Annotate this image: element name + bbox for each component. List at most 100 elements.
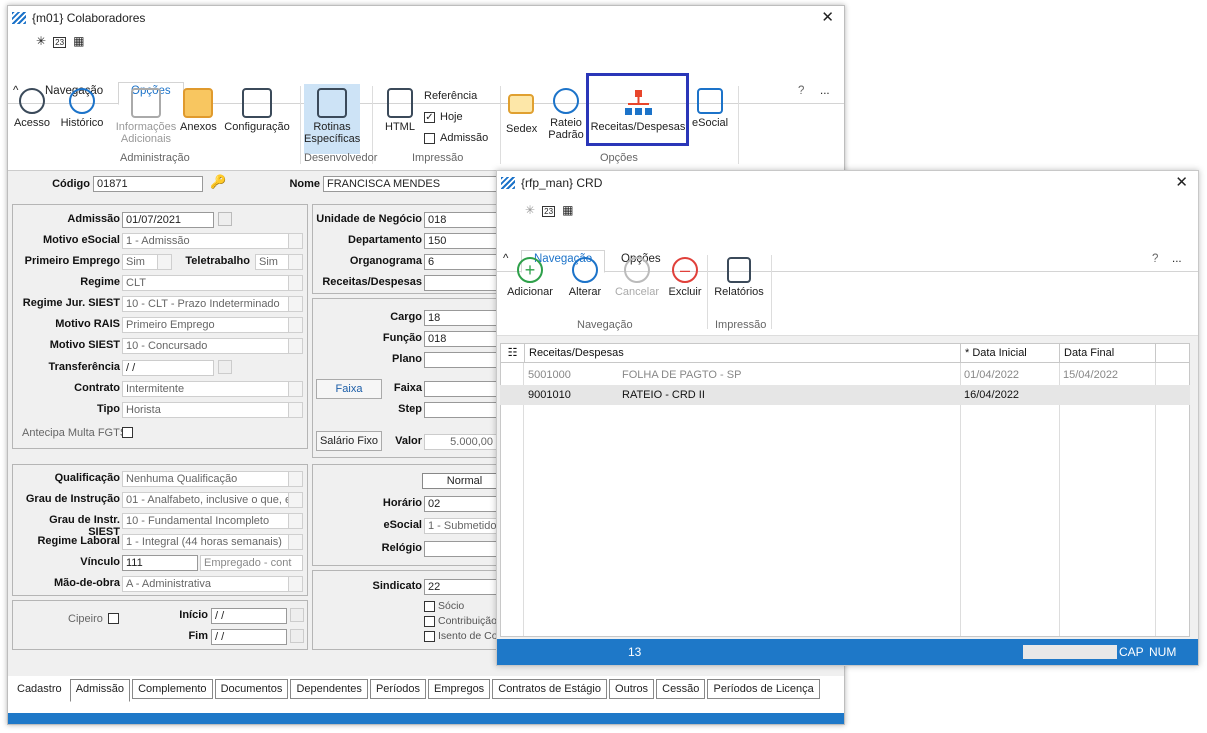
mao-de-obra-select[interactable]: A - Administrativa (122, 576, 303, 592)
sindicato-field[interactable]: 22 (424, 579, 504, 595)
normal-field[interactable]: Normal (422, 473, 504, 489)
adicionar-button[interactable]: + Adicionar (505, 257, 555, 298)
col-receitas-despesas[interactable]: Receitas/Despesas (525, 344, 961, 362)
admissao-date-field[interactable]: 01/07/2021 (122, 212, 214, 228)
tab-dependentes[interactable]: Dependentes (290, 679, 368, 699)
help-icon[interactable]: ? (1152, 253, 1158, 265)
tab-admissao[interactable]: Admissão (69, 679, 130, 702)
more-icon[interactable]: ... (820, 85, 830, 97)
rotinas-especificas-button[interactable]: Rotinas Específicas (304, 84, 360, 154)
horario-field[interactable]: 02 (424, 496, 504, 512)
receitas-despesas-field[interactable] (424, 275, 504, 291)
relatorios-button[interactable]: Relatórios (711, 257, 767, 298)
regime-jur-select[interactable]: 10 - CLT - Prazo Indeterminado (122, 296, 303, 312)
key-icon[interactable]: 🔑 (210, 174, 226, 190)
tab-cadastro[interactable]: Cadastro (11, 679, 68, 699)
tab-contratos-estagio[interactable]: Contratos de Estágio (492, 679, 607, 699)
contribuicao-label: Contribuição (438, 615, 497, 627)
salario-fixo-button[interactable]: Salário Fixo (316, 431, 382, 451)
cipeiro-checkbox[interactable] (108, 613, 119, 624)
alterar-button[interactable]: Alterar (565, 257, 605, 298)
close-button[interactable]: ✕ (1175, 171, 1188, 195)
contribuicao-checkbox[interactable] (424, 616, 435, 627)
row-data-inicial: 01/04/2022 (964, 369, 1020, 381)
grau-select[interactable]: 01 - Analfabeto, inclusive o que, e (122, 492, 303, 508)
tab-cessao[interactable]: Cessão (656, 679, 706, 699)
informacoes-adicionais-button[interactable]: Informações Adicionais (113, 88, 179, 145)
antecipa-label: Antecipa Multa FGTS (22, 427, 128, 439)
anexos-button[interactable]: Anexos (180, 88, 217, 133)
organograma-field[interactable]: 6 (424, 254, 504, 270)
group-opcoes: Opções (600, 152, 638, 164)
hoje-checkbox[interactable]: ✓ (424, 112, 435, 123)
html-button[interactable]: HTML (382, 88, 418, 133)
cancelar-button[interactable]: Cancelar (613, 257, 661, 298)
calendar-icon[interactable]: 23 (53, 37, 67, 48)
isento-checkbox[interactable] (424, 631, 435, 642)
qualificacao-select[interactable]: Nenhuma Qualificação (122, 471, 303, 487)
esocial-field[interactable]: 1 - Submetidos (424, 518, 504, 534)
asterisk-icon[interactable]: ✳ (525, 203, 535, 217)
calendar-icon[interactable] (218, 212, 232, 226)
grid-icon[interactable]: ▦ (562, 203, 573, 217)
calendar-icon[interactable] (290, 608, 304, 622)
calendar-icon[interactable]: 23 (542, 206, 556, 217)
step-field[interactable] (424, 402, 504, 418)
motivo-rais-select[interactable]: Primeiro Emprego (122, 317, 303, 333)
socio-checkbox[interactable] (424, 601, 435, 612)
plano-field[interactable] (424, 352, 504, 368)
rateio-padrao-button[interactable]: Rateio Padrão (546, 88, 586, 141)
sedex-button[interactable]: Sedex (506, 88, 537, 135)
vinculo-field[interactable]: 111 (122, 555, 198, 571)
tipo-select[interactable]: Horista (122, 402, 303, 418)
unidade-label: Unidade de Negócio (316, 213, 422, 225)
asterisk-icon[interactable]: ✳ (36, 34, 46, 48)
tab-empregos[interactable]: Empregos (428, 679, 491, 699)
motivo-esocial-select[interactable]: 1 - Admissão (122, 233, 303, 249)
regime-laboral-select[interactable]: 1 - Integral (44 horas semanais) (122, 534, 303, 550)
grid-icon[interactable]: ▦ (73, 34, 84, 48)
admissao-checkbox[interactable] (424, 133, 435, 144)
teletrabalho-select[interactable]: Sim (255, 254, 303, 270)
more-icon[interactable]: ... (1172, 253, 1182, 265)
funcao-field[interactable]: 018 (424, 331, 504, 347)
receitas-despesas-button[interactable]: Receitas/Despesas (590, 88, 686, 133)
fim-field[interactable]: / / (211, 629, 287, 645)
close-button[interactable]: ✕ (821, 6, 834, 30)
help-icon[interactable]: ? (798, 85, 804, 97)
calendar-icon[interactable] (218, 360, 232, 374)
grid-corner-icon[interactable]: ☷ (501, 344, 525, 362)
configuracao-button[interactable]: Configuração (222, 88, 292, 133)
tab-documentos[interactable]: Documentos (214, 679, 289, 699)
valor-field[interactable]: 5.000,00 (424, 434, 504, 450)
codigo-field[interactable]: 01871 (93, 176, 203, 192)
col-data-inicial[interactable]: * Data Inicial (961, 344, 1060, 362)
col-data-final[interactable]: Data Final (1060, 344, 1156, 362)
relogio-field[interactable] (424, 541, 504, 557)
transferencia-field[interactable]: / / (122, 360, 214, 376)
faixa-button[interactable]: Faixa (316, 379, 382, 399)
esocial-button[interactable]: eSocial (692, 88, 728, 129)
table-row[interactable]: 9001010 RATEIO - CRD II 16/04/2022 (500, 385, 1190, 405)
contrato-select[interactable]: Intermitente (122, 381, 303, 397)
grau-siest-select[interactable]: 10 - Fundamental Incompleto (122, 513, 303, 529)
unidade-field[interactable]: 018 (424, 212, 504, 228)
motivo-siest-select[interactable]: 10 - Concursado (122, 338, 303, 354)
table-row[interactable]: 5001000 FOLHA DE PAGTO - SP 01/04/2022 1… (500, 365, 1190, 385)
tab-periodos[interactable]: Períodos (369, 679, 426, 699)
faixa-field[interactable] (424, 381, 504, 397)
excluir-button[interactable]: – Excluir (665, 257, 705, 298)
tab-outros[interactable]: Outros (609, 679, 655, 699)
departamento-field[interactable]: 150 (424, 233, 504, 249)
tab-complemento[interactable]: Complemento (132, 679, 213, 699)
inicio-field[interactable]: / / (211, 608, 287, 624)
primeiro-emprego-select[interactable]: Sim (122, 254, 172, 270)
nome-field[interactable]: FRANCISCA MENDES (323, 176, 503, 192)
regime-select[interactable]: CLT (122, 275, 303, 291)
calendar-icon[interactable] (290, 629, 304, 643)
cargo-field[interactable]: 18 (424, 310, 504, 326)
acesso-button[interactable]: Acesso (12, 88, 52, 129)
antecipa-checkbox[interactable] (122, 427, 133, 438)
tab-periodos-licenca[interactable]: Períodos de Licença (707, 679, 820, 699)
historico-button[interactable]: Histórico (58, 88, 106, 129)
